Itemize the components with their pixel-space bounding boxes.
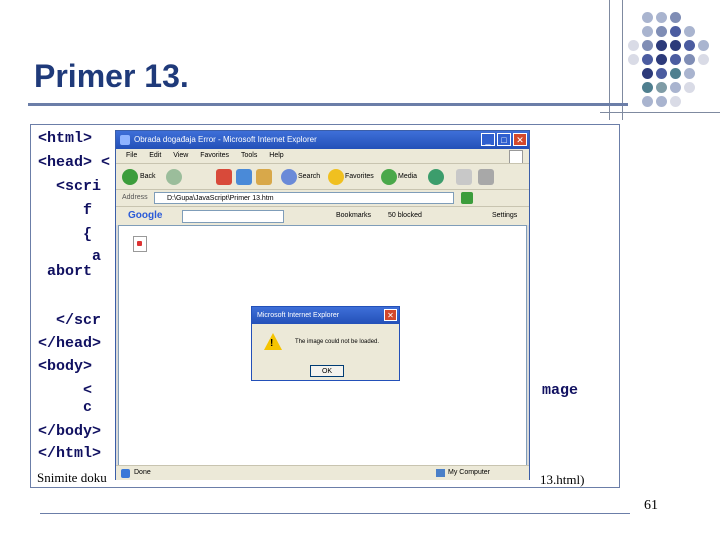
favorites-icon[interactable] [328, 169, 344, 185]
refresh-icon[interactable] [236, 169, 252, 185]
status-zone: My Computer [448, 469, 491, 476]
code-line: <scri [38, 178, 102, 195]
title-underline [28, 103, 628, 106]
decor-horizontal-line [600, 112, 720, 113]
dialog-close-button[interactable]: ✕ [384, 309, 397, 321]
go-icon[interactable] [461, 192, 473, 204]
browser-toolbar: Back Search Favorites Media [116, 163, 529, 190]
code-line: <html> [38, 130, 93, 147]
mail-icon[interactable] [456, 169, 472, 185]
address-label: Address [122, 194, 148, 201]
menu-bar: File Edit View Favorites Tools Help [116, 149, 529, 164]
status-bar: Done My Computer [116, 465, 529, 480]
browser-titlebar[interactable]: Obrada događaja Error - Microsoft Intern… [116, 131, 529, 149]
page-icon [121, 469, 130, 478]
maximize-button[interactable]: □ [497, 133, 511, 146]
address-bar: Address D:\Gupa\JavaScript\Primer 13.htm [116, 189, 529, 207]
footer-rule [40, 513, 630, 514]
warning-exclamation: ! [270, 338, 274, 349]
windows-logo-icon [509, 150, 523, 164]
code-line: </scr [38, 312, 102, 329]
google-blocked[interactable]: 50 blocked [388, 212, 422, 219]
code-line: <body> [38, 358, 93, 375]
code-line: abort [38, 263, 93, 280]
google-bookmarks[interactable]: Bookmarks [336, 212, 371, 219]
minimize-button[interactable]: _ [481, 133, 495, 146]
menu-edit[interactable]: Edit [149, 149, 161, 163]
code-line: <head> < [38, 154, 111, 171]
footer-note-right: 13.html) [540, 472, 585, 487]
print-icon[interactable] [478, 169, 494, 185]
ok-button[interactable]: OK [310, 365, 344, 377]
google-search-input[interactable] [182, 210, 284, 223]
code-line: c [38, 399, 93, 416]
stop-icon[interactable] [216, 169, 232, 185]
code-line: </body> [38, 423, 102, 440]
google-settings[interactable]: Settings [492, 212, 517, 219]
home-icon[interactable] [256, 169, 272, 185]
google-logo: Google [128, 210, 163, 221]
back-label[interactable]: Back [140, 173, 156, 180]
decor-vertical-line [609, 0, 610, 120]
media-label[interactable]: Media [398, 173, 417, 180]
dialog-titlebar[interactable]: Microsoft Internet Explorer ✕ [252, 307, 399, 324]
status-text: Done [134, 469, 151, 476]
menu-favorites[interactable]: Favorites [200, 149, 229, 163]
ie-icon [120, 135, 130, 145]
google-toolbar: Google Bookmarks 50 blocked Settings [116, 206, 529, 225]
decor-vertical-line [622, 0, 623, 120]
menu-view[interactable]: View [173, 149, 188, 163]
search-label[interactable]: Search [298, 173, 320, 180]
browser-window: Obrada događaja Error - Microsoft Intern… [115, 130, 530, 480]
code-line: { [38, 226, 93, 243]
menu-help[interactable]: Help [269, 149, 283, 163]
media-icon[interactable] [381, 169, 397, 185]
code-line: < [38, 382, 93, 399]
history-icon[interactable] [428, 169, 444, 185]
slide-title: Primer 13. [34, 58, 189, 94]
menu-file[interactable]: File [126, 149, 137, 163]
search-icon[interactable] [281, 169, 297, 185]
code-line: </head> [38, 335, 102, 352]
code-line: f [38, 202, 93, 219]
dialog-title: Microsoft Internet Explorer [257, 312, 340, 319]
menu-tools[interactable]: Tools [241, 149, 257, 163]
code-line: </html> [38, 445, 102, 462]
page-number: 61 [644, 498, 658, 513]
favorites-label[interactable]: Favorites [345, 173, 374, 180]
back-icon[interactable] [122, 169, 138, 185]
dialog-message: The image could not be loaded. [295, 339, 380, 345]
address-input[interactable]: D:\Gupa\JavaScript\Primer 13.htm [154, 192, 454, 204]
code-line: mage [542, 382, 579, 399]
close-button[interactable]: ✕ [513, 133, 527, 146]
footer-note-left: Snimite doku [37, 470, 107, 485]
computer-icon [436, 469, 445, 477]
browser-title: Obrada događaja Error - Microsoft Intern… [134, 135, 317, 144]
alert-dialog: Microsoft Internet Explorer ✕ ! The imag… [251, 306, 400, 381]
broken-image-icon [133, 236, 147, 252]
code-line: a [38, 248, 102, 265]
forward-icon[interactable] [166, 169, 182, 185]
